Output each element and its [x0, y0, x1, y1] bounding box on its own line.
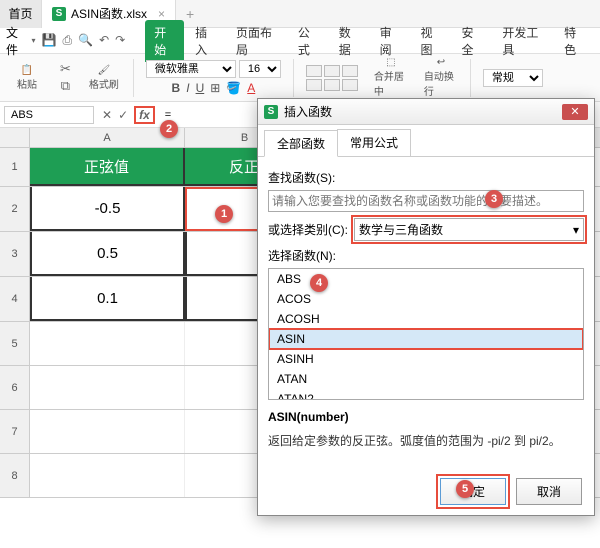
- wps-sheet-icon: S: [264, 105, 278, 119]
- underline-icon[interactable]: U: [196, 81, 205, 95]
- format-painter-button[interactable]: 🖌 格式刷: [87, 61, 121, 95]
- print-icon[interactable]: ⎙: [63, 33, 73, 48]
- preview-icon[interactable]: 🔍: [78, 33, 93, 48]
- fill-color-icon[interactable]: 🪣: [226, 81, 241, 95]
- function-description: 返回给定参数的反正弦。弧度值的范围为 -pi/2 到 pi/2。: [268, 432, 584, 450]
- row-header[interactable]: 4: [0, 277, 30, 321]
- font-color-icon[interactable]: A: [247, 81, 255, 95]
- ribbon-tab-insert[interactable]: 插入: [186, 20, 225, 62]
- file-menu[interactable]: 文件 ▾: [6, 24, 36, 58]
- bold-icon[interactable]: B: [172, 81, 181, 95]
- ribbon-tab-view[interactable]: 视图: [412, 20, 451, 62]
- brush-icon: 🖌: [98, 65, 111, 76]
- fn-item-selected[interactable]: ASIN: [269, 329, 583, 349]
- search-function-input[interactable]: [268, 190, 584, 212]
- callout-4: 4: [310, 274, 328, 292]
- fn-item[interactable]: ACOS: [269, 289, 583, 309]
- number-format-select[interactable]: 常规: [483, 69, 543, 87]
- dialog-title: 插入函数: [284, 103, 556, 120]
- cell-a1[interactable]: 正弦值: [30, 148, 185, 186]
- dialog-close-button[interactable]: ✕: [562, 104, 588, 120]
- cut-icon[interactable]: ✂: [60, 61, 71, 77]
- chevron-down-icon: ▾: [573, 223, 579, 237]
- callout-3: 3: [485, 190, 503, 208]
- undo-icon[interactable]: ↶: [99, 33, 109, 48]
- cell-a4[interactable]: 0.1: [30, 277, 185, 321]
- cell-a2[interactable]: -0.5: [30, 187, 185, 231]
- save-icon[interactable]: 💾: [42, 33, 57, 48]
- chevron-down-icon: ▾: [32, 36, 36, 45]
- ribbon-tab-formula[interactable]: 公式: [289, 20, 328, 62]
- ribbon-tab-dev[interactable]: 开发工具: [493, 20, 553, 62]
- clipboard-icon: 📋: [21, 65, 33, 76]
- row-header[interactable]: 8: [0, 454, 30, 497]
- fn-item[interactable]: ASINH: [269, 349, 583, 369]
- ribbon-tab-security[interactable]: 安全: [452, 20, 491, 62]
- select-function-label: 选择函数(N):: [268, 247, 584, 264]
- wrap-icon: ↩: [437, 57, 445, 68]
- ribbon-tab-start[interactable]: 开始: [145, 20, 184, 62]
- copy-icon[interactable]: ⧉: [61, 78, 70, 94]
- cell-a3[interactable]: 0.5: [30, 232, 185, 276]
- cancel-formula-icon[interactable]: ✕: [102, 108, 112, 122]
- merge-icon: ⬚: [386, 57, 395, 68]
- callout-2: 2: [160, 120, 178, 138]
- insert-function-button[interactable]: fx: [134, 106, 155, 124]
- cancel-button[interactable]: 取消: [516, 478, 582, 505]
- filename: ASIN函数.xlsx: [71, 5, 147, 22]
- row-header[interactable]: 7: [0, 410, 30, 453]
- row-header[interactable]: 1: [0, 148, 30, 186]
- tab-all-functions[interactable]: 全部函数: [264, 130, 338, 157]
- tab-common-formulas[interactable]: 常用公式: [337, 129, 411, 156]
- select-all-corner[interactable]: [0, 128, 30, 147]
- font-select[interactable]: 微软雅黑: [146, 60, 236, 78]
- callout-1: 1: [215, 205, 233, 223]
- insert-function-dialog: S 插入函数 ✕ 全部函数 常用公式 查找函数(S): 或选择类别(C): 数学…: [257, 98, 595, 516]
- ribbon-tab-data[interactable]: 数据: [330, 20, 369, 62]
- ribbon-tab-layout[interactable]: 页面布局: [227, 20, 287, 62]
- row-header[interactable]: 5: [0, 322, 30, 365]
- fn-item[interactable]: ATAN: [269, 369, 583, 389]
- paste-button[interactable]: 📋 粘贴: [10, 61, 44, 95]
- accept-formula-icon[interactable]: ✓: [118, 108, 128, 122]
- category-label: 或选择类别(C):: [268, 221, 348, 238]
- italic-icon[interactable]: I: [186, 81, 189, 95]
- wps-sheet-icon: S: [52, 7, 66, 21]
- fn-item[interactable]: ATAN2: [269, 389, 583, 400]
- font-size-select[interactable]: 16: [239, 60, 281, 78]
- row-header[interactable]: 6: [0, 366, 30, 409]
- row-header[interactable]: 2: [0, 187, 30, 231]
- name-box[interactable]: [4, 106, 94, 124]
- menu-label: 文件: [6, 24, 28, 58]
- category-select[interactable]: 数学与三角函数 ▾: [354, 218, 584, 241]
- merge-button[interactable]: ⬚ 合并居中: [374, 61, 408, 95]
- ribbon-tab-special[interactable]: 特色: [555, 20, 594, 62]
- search-label: 查找函数(S):: [268, 169, 584, 186]
- callout-5: 5: [456, 480, 474, 498]
- wrap-button[interactable]: ↩ 自动换行: [424, 61, 458, 95]
- row-header[interactable]: 3: [0, 232, 30, 276]
- align-grid[interactable]: [306, 65, 358, 91]
- function-signature: ASIN(number): [268, 410, 584, 424]
- close-icon[interactable]: ×: [158, 7, 165, 21]
- ribbon-tab-review[interactable]: 审阅: [371, 20, 410, 62]
- redo-icon[interactable]: ↷: [115, 33, 125, 48]
- fn-item[interactable]: ACOSH: [269, 309, 583, 329]
- border-icon[interactable]: ⊞: [210, 81, 220, 95]
